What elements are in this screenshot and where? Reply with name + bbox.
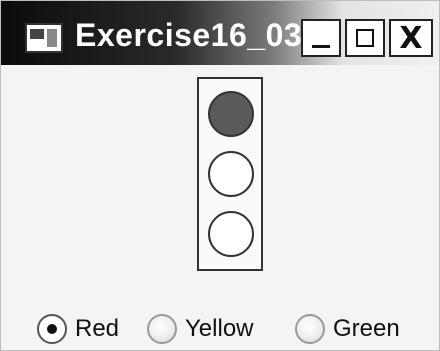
close-icon: X [399,20,423,56]
red-lamp [208,91,254,137]
radio-green-label[interactable]: Green [333,315,400,343]
radio-green[interactable]: Green [295,309,400,349]
radio-yellow[interactable]: Yellow [147,309,254,349]
window-icon[interactable] [25,23,63,53]
yellow-lamp [208,151,254,197]
radio-unchecked-icon[interactable] [295,314,325,344]
minimize-icon [312,44,330,48]
maximize-button[interactable] [345,19,385,57]
traffic-light-frame [197,77,263,271]
maximize-icon [356,29,374,47]
radio-unchecked-icon[interactable] [147,314,177,344]
app-window: Exercise16_03 X Red Yellow Green [0,0,440,351]
radio-red-label[interactable]: Red [75,315,119,343]
window-title: Exercise16_03 [75,17,303,53]
close-button[interactable]: X [389,19,433,57]
radio-yellow-label[interactable]: Yellow [185,315,254,343]
radio-red[interactable]: Red [37,309,119,349]
radio-checked-icon[interactable] [37,314,67,344]
green-lamp [208,211,254,257]
title-bar[interactable]: Exercise16_03 X [1,1,439,65]
content-pane: Red Yellow Green [1,65,439,350]
minimize-button[interactable] [301,19,341,57]
